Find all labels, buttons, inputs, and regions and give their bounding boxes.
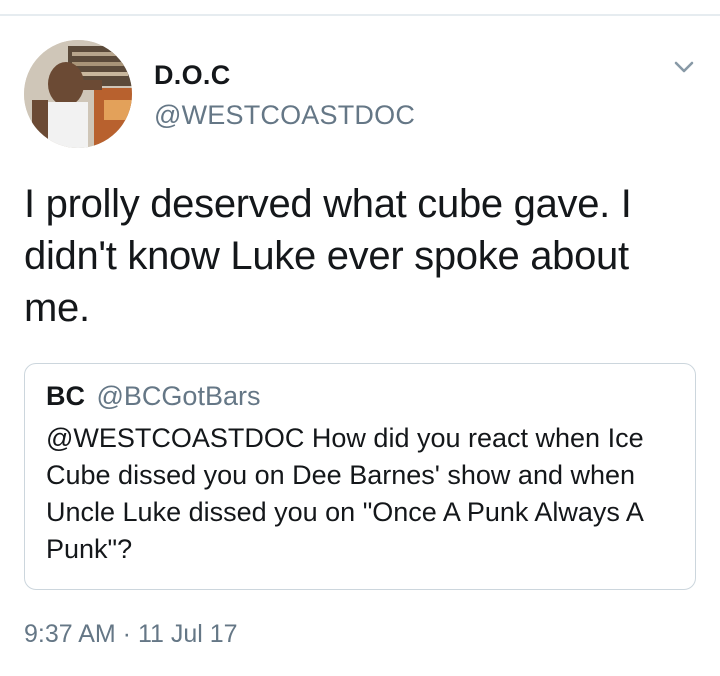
tweet-text: I prolly deserved what cube gave. I didn… (24, 182, 632, 330)
quoted-tweet-card[interactable]: BC @BCGotBars @WESTCOASTDOC How did you … (24, 363, 696, 590)
chevron-down-icon (674, 61, 694, 73)
author-display-name[interactable]: D.O.C (154, 60, 231, 91)
profile-photo-icon (24, 40, 132, 148)
author-handle[interactable]: @WESTCOASTDOC (154, 100, 415, 131)
quoted-author-name: BC (46, 381, 85, 411)
tweet-timestamp[interactable]: 9:37 AM · 11 Jul 17 (24, 620, 238, 649)
avatar[interactable] (24, 40, 132, 148)
quoted-author-handle: @BCGotBars (96, 381, 261, 411)
quoted-tweet-header: BC @BCGotBars (46, 381, 260, 412)
top-divider (0, 0, 720, 16)
quoted-tweet-text: @WESTCOASTDOC How did you react when Ice… (46, 423, 644, 564)
more-options-button[interactable] (668, 56, 700, 80)
